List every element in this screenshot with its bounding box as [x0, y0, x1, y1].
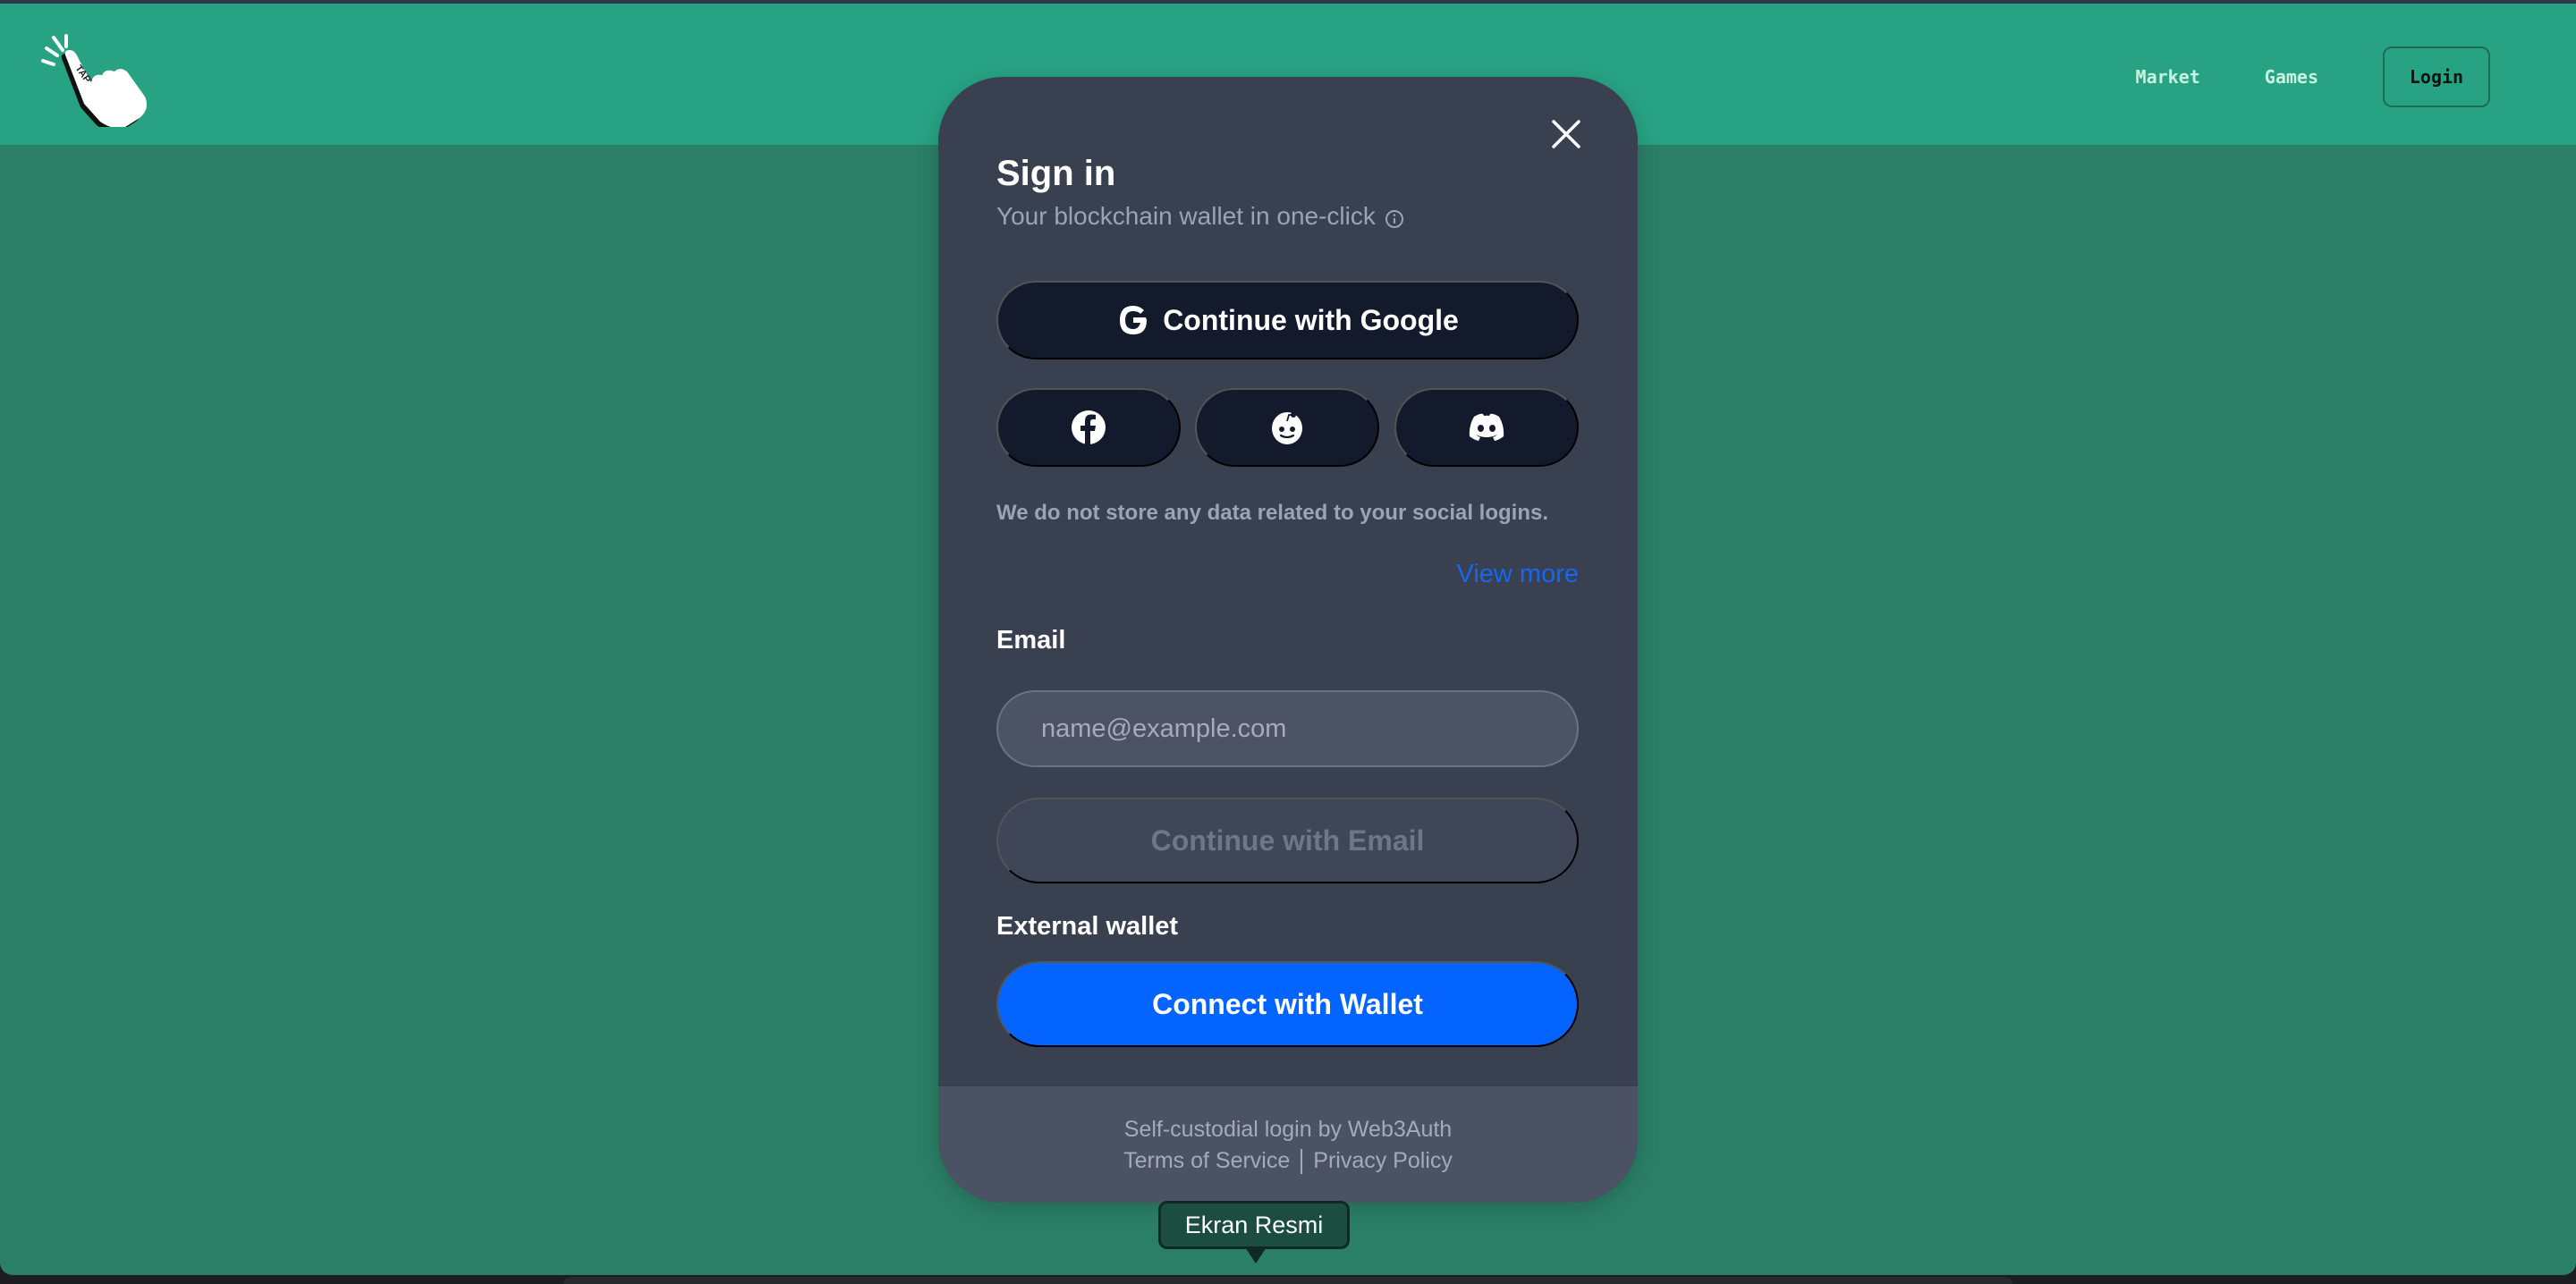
modal-title: Sign in	[996, 154, 1116, 193]
external-wallet-label: External wallet	[996, 912, 1179, 941]
terms-of-service-link[interactable]: Terms of Service	[1123, 1148, 1290, 1174]
continue-with-google-button[interactable]: Continue with Google	[996, 281, 1579, 359]
facebook-icon	[1072, 410, 1106, 445]
email-label: Email	[996, 626, 1066, 655]
view-more-link[interactable]: View more	[1457, 560, 1579, 589]
google-button-label: Continue with Google	[1163, 303, 1459, 336]
nav-games-link[interactable]: Games	[2265, 66, 2318, 88]
nav-market-link[interactable]: Market	[2136, 66, 2200, 88]
reddit-login-button[interactable]	[1195, 388, 1379, 467]
footer-divider	[1301, 1148, 1303, 1174]
social-privacy-note: We do not store any data related to your…	[996, 501, 1549, 525]
privacy-policy-link[interactable]: Privacy Policy	[1313, 1148, 1453, 1174]
continue-with-email-button[interactable]: Continue with Email	[996, 798, 1579, 883]
sign-in-modal: Sign in Your blockchain wallet in one-cl…	[938, 77, 1638, 1203]
modal-subtitle: Your blockchain wallet in one-click	[996, 202, 1404, 231]
email-input[interactable]	[996, 690, 1579, 767]
browser-viewport: TAP Market Games Login Sign in Your bloc…	[0, 0, 2576, 1275]
tap-hand-logo-icon[interactable]: TAP	[36, 29, 161, 132]
facebook-login-button[interactable]	[996, 388, 1181, 467]
footer-links: Terms of Service Privacy Policy	[938, 1148, 1638, 1174]
info-icon[interactable]	[1385, 207, 1404, 228]
screenshot-tooltip: Ekran Resmi	[1158, 1201, 1350, 1249]
discord-login-button[interactable]	[1394, 388, 1579, 467]
login-button[interactable]: Login	[2383, 46, 2490, 107]
os-dock	[564, 1277, 2012, 1284]
powered-by-text: Self-custodial login by Web3Auth	[1123, 1117, 1453, 1142]
main-nav: Market Games Login	[2136, 46, 2490, 107]
connect-with-wallet-button[interactable]: Connect with Wallet	[996, 961, 1579, 1047]
reddit-icon	[1272, 412, 1302, 444]
tooltip-arrow	[1245, 1247, 1267, 1263]
modal-subtitle-text: Your blockchain wallet in one-click	[996, 202, 1376, 230]
close-icon[interactable]	[1548, 116, 1584, 152]
google-icon	[1120, 306, 1148, 334]
modal-footer: Self-custodial login by Web3Auth Terms o…	[938, 1086, 1638, 1203]
discord-icon	[1469, 413, 1504, 441]
